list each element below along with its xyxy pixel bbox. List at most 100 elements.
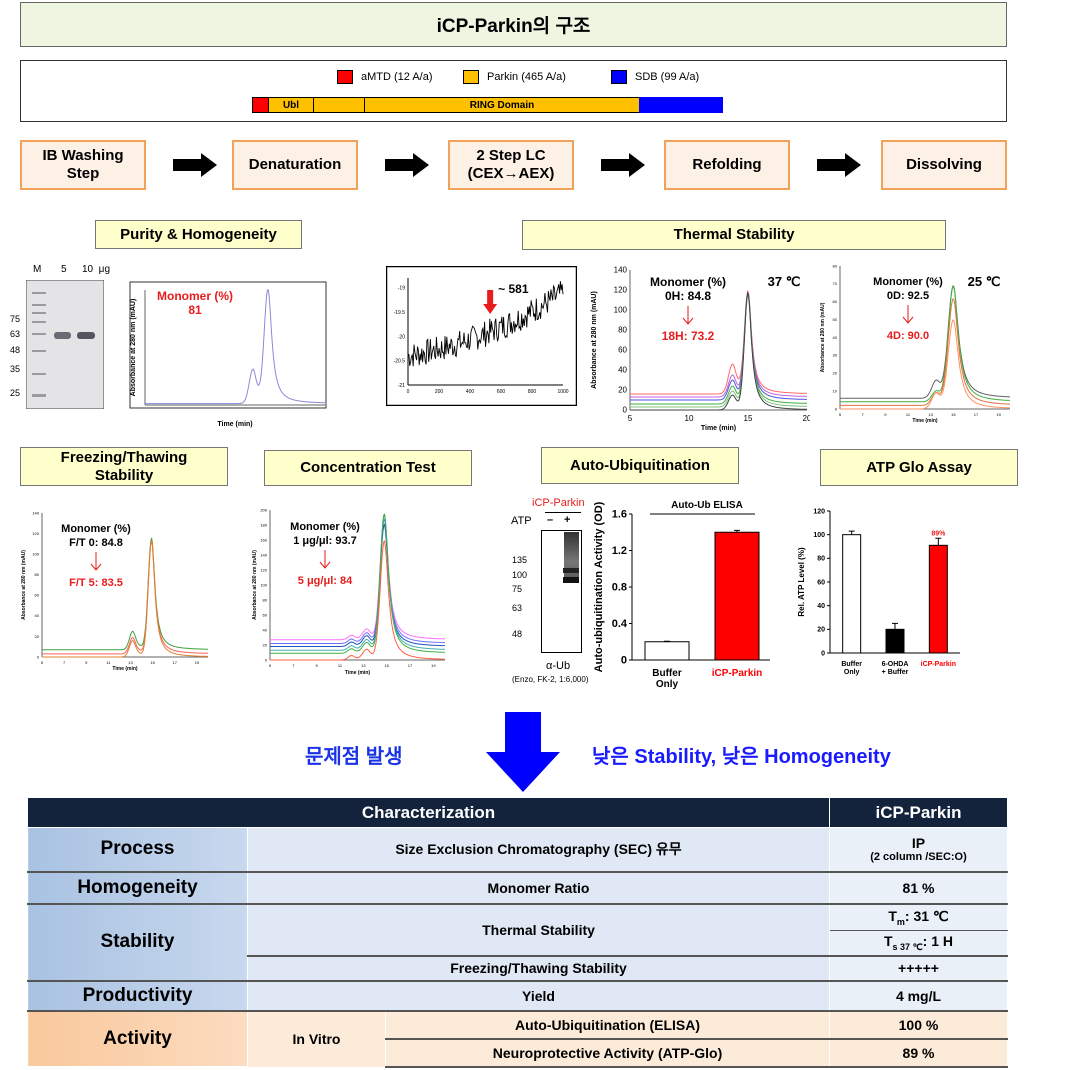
y-tick-label: 40	[618, 366, 627, 375]
y-axis-label: Absorbance at 280 nm (mAU)	[591, 291, 598, 389]
tm-number: : 31 ℃	[904, 907, 949, 924]
y-tick-label: 140	[32, 510, 39, 515]
y-tick-label: 0	[265, 657, 268, 662]
y-tick-label: 20	[618, 386, 627, 395]
y-tick-label: 140	[260, 552, 267, 557]
chromatogram-trace	[630, 291, 807, 398]
activity-item: Auto-Ubiquitination (ELISA)	[385, 1010, 830, 1040]
y-tick-label: 80	[833, 263, 838, 268]
y-tick-label: 100	[614, 306, 628, 315]
x-tick-label: 13	[128, 660, 133, 665]
x-tick-label: 7	[63, 660, 66, 665]
y-tick-label: 20	[833, 371, 838, 376]
header-product: iCP-Parkin	[829, 797, 1008, 828]
y-tick-label: 20	[263, 642, 268, 647]
y-tick-label: 60	[618, 346, 627, 355]
antibody-label: α-Ub	[546, 660, 571, 672]
chromatogram-trace	[630, 292, 808, 405]
y-tick-label: 30	[833, 353, 838, 358]
marker-label: 75	[10, 314, 21, 324]
temperature-label: 37 ℃	[768, 274, 801, 289]
x-tick-label: 19	[996, 412, 1001, 417]
marker-label: 75	[512, 584, 523, 594]
antibody-note: (Enzo, FK-2, 1:6,000)	[512, 675, 589, 684]
x-axis-label: Time (min)	[217, 421, 252, 428]
legend-parkin: Parkin (465 A/a)	[463, 70, 566, 84]
row-label-productivity: Productivity	[27, 980, 248, 1012]
x-tick-label: 9	[85, 660, 88, 665]
x-tick-label: 400	[466, 389, 475, 395]
section-thermal: Thermal Stability	[522, 220, 946, 250]
y-axis-label: Auto-ubiquitination Activity (OD)	[593, 501, 605, 672]
x-tick-label: 1000	[557, 389, 568, 395]
activity-value: 100 %	[829, 1010, 1008, 1040]
y-tick-label: 40	[817, 603, 825, 610]
activity-item: Neuroprotective Activity (ATP-Glo)	[385, 1038, 830, 1068]
header-characterization: Characterization	[27, 797, 830, 828]
amtd-swatch	[337, 70, 353, 84]
marker-label: 63	[10, 329, 21, 339]
monomer-end: 18H: 73.2	[662, 329, 715, 343]
monomer-title: Monomer (%)	[873, 276, 943, 288]
chromatogram-trace	[42, 539, 208, 655]
marker-label: 135	[512, 555, 528, 565]
y-tick-label: 80	[817, 556, 825, 563]
x-tick-label: 600	[497, 389, 506, 395]
domain-structure: aMTD (12 A/a) Parkin (465 A/a) SDB (99 A…	[20, 60, 1007, 122]
x-tick-label: 13	[361, 663, 366, 668]
value-main: IP	[911, 835, 926, 852]
monomer-end: F/T 5: 83.5	[69, 577, 123, 589]
chromatogram-trace	[630, 292, 807, 401]
blot-image	[541, 530, 582, 653]
x-tick-label: 17	[173, 660, 178, 665]
process-step: Dissolving	[881, 140, 1007, 190]
category-label: 6-OHDA + Buffer	[882, 661, 909, 676]
y-tick-label: 50	[833, 317, 838, 322]
tm-annotation: ~ 581	[498, 282, 529, 296]
process-step: IB Washing Step	[20, 140, 146, 190]
x-axis-label: Time (min)	[112, 666, 138, 672]
section-atp: ATP Glo Assay	[820, 449, 1018, 486]
marker-label: 48	[10, 345, 21, 355]
down-arrow-icon	[90, 552, 102, 571]
monomer-title: Monomer (%)	[290, 521, 360, 533]
chart-37c: 5 10 15 20 0 20 40 60 80 100 120 140 Time (min) Absor…	[591, 266, 810, 432]
chromatogram-trace	[42, 537, 208, 651]
y-tick-label: 120	[813, 508, 825, 515]
y-tick-label: 120	[260, 567, 267, 572]
y-tick-label: 80	[263, 597, 268, 602]
activity-value: 89 %	[829, 1038, 1008, 1068]
process-step: Denaturation	[232, 140, 358, 190]
y-axis-label: Rel. ATP Level (%)	[797, 547, 806, 617]
marker-label: 48	[512, 629, 523, 639]
homogeneity-value: 81 %	[829, 871, 1008, 905]
segment-sdb	[639, 97, 723, 113]
right-arrow-icon	[601, 153, 645, 177]
y-tick-label: 0	[621, 655, 627, 667]
ts-sub: s 37 ℃	[892, 941, 923, 952]
page-title: iCP-Parkin의 구조	[20, 2, 1007, 47]
monomer-end: 4D: 90.0	[887, 330, 929, 342]
legend-sdb: SDB (99 A/a)	[611, 70, 699, 84]
y-tick-label: 0	[623, 406, 628, 415]
blot-header-line	[545, 512, 581, 513]
chart-title: Auto-Ub ELISA	[671, 500, 743, 511]
error-bar	[935, 537, 942, 546]
ts-label: T	[883, 932, 893, 949]
marker-label: 63	[512, 603, 523, 613]
y-tick-label: 40	[35, 613, 40, 618]
lane-plus: +	[564, 514, 571, 526]
x-tick-label: 9	[884, 412, 887, 417]
y-tick-label: 200	[260, 507, 267, 512]
legend-label: aMTD (12 A/a)	[361, 71, 433, 83]
y-tick-label: 120	[614, 286, 628, 295]
legend-amtd: aMTD (12 A/a)	[337, 70, 433, 84]
x-tick-label: 15	[744, 414, 753, 423]
x-tick-label: 17	[974, 412, 979, 417]
monomer-start: 0H: 84.8	[665, 289, 711, 303]
bar	[842, 534, 862, 654]
x-tick-label: 11	[338, 663, 343, 668]
right-arrow-icon	[385, 153, 429, 177]
x-tick-label: 9	[316, 663, 319, 668]
y-tick-label: 140	[614, 266, 628, 275]
